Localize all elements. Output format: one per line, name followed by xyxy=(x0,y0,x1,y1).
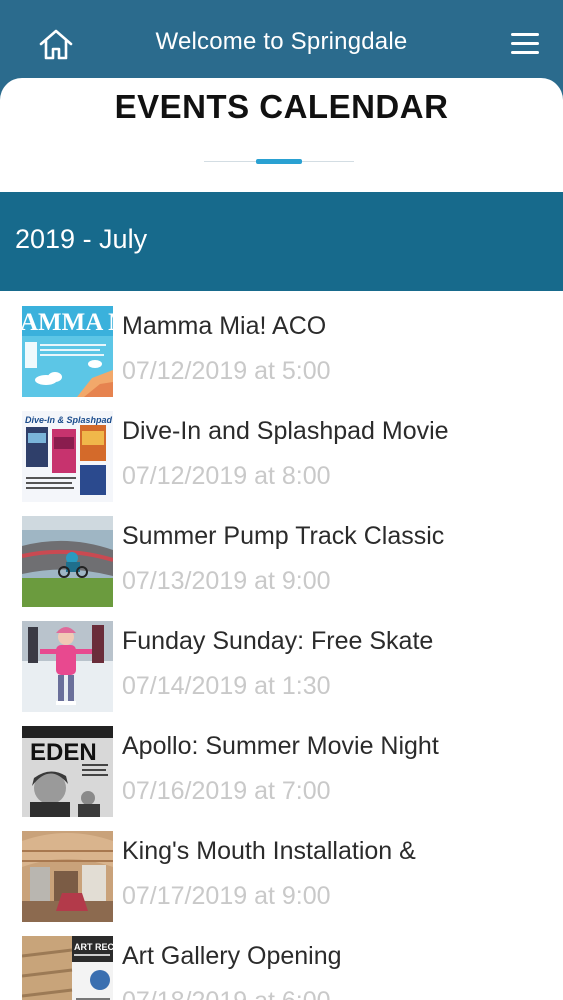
hamburger-menu-icon xyxy=(511,33,539,54)
event-thumbnail: AMMA MI xyxy=(22,306,113,397)
event-date: 07/13/2019 at 9:00 xyxy=(122,567,331,595)
month-banner: 2019 - July xyxy=(0,192,563,291)
event-title: Funday Sunday: Free Skate xyxy=(122,627,434,655)
event-item[interactable]: Summer Pump Track Classic 07/13/2019 at … xyxy=(0,501,563,607)
event-thumbnail: ART REC xyxy=(22,936,113,1000)
app-title: Welcome to Springdale xyxy=(155,28,408,55)
title-divider-accent xyxy=(256,159,302,164)
event-thumbnail-text: Dive-In & Splashpad xyxy=(25,415,113,425)
event-thumbnail xyxy=(22,516,113,607)
event-title: Mamma Mia! ACO xyxy=(122,312,327,340)
event-title: Apollo: Summer Movie Night xyxy=(122,732,439,760)
event-item[interactable]: King's Mouth Installation & 07/17/2019 a… xyxy=(0,816,563,922)
event-date: 07/12/2019 at 5:00 xyxy=(122,357,331,385)
event-title: Summer Pump Track Classic xyxy=(122,522,445,550)
event-thumbnail-text: ART REC xyxy=(74,942,113,952)
event-thumbnail xyxy=(22,831,113,922)
event-date: 07/16/2019 at 7:00 xyxy=(122,777,331,805)
event-item[interactable]: Funday Sunday: Free Skate 07/14/2019 at … xyxy=(0,606,563,712)
event-thumbnail: Dive-In & Splashpad xyxy=(22,411,113,502)
event-thumbnail-text: AMMA MI xyxy=(22,309,113,336)
event-thumbnail xyxy=(22,621,113,712)
event-date: 07/12/2019 at 8:00 xyxy=(122,462,331,490)
event-title: Dive-In and Splashpad Movie xyxy=(122,417,449,445)
event-item[interactable]: AMMA MI Mamma Mia! ACO 07/12/2019 at 5:0… xyxy=(0,291,563,397)
content-sheet: EVENTS CALENDAR 2019 - July AMMA MI xyxy=(0,78,563,1000)
event-item[interactable]: Dive-In & Splashpad Dive-In and Splashpa… xyxy=(0,396,563,502)
event-item[interactable]: EDEN Apollo: Summer Movie Night 07/16/20… xyxy=(0,711,563,817)
page-title: EVENTS CALENDAR xyxy=(114,88,449,125)
event-title: King's Mouth Installation & xyxy=(122,837,416,865)
event-thumbnail-text: EDEN xyxy=(30,739,97,766)
month-label: 2019 - July xyxy=(15,224,148,254)
event-item[interactable]: ART REC Art Gallery Opening 07/18/2019 a… xyxy=(0,921,563,1000)
event-date: 07/18/2019 at 6:00 xyxy=(122,987,331,1000)
event-thumbnail: EDEN xyxy=(22,726,113,817)
event-date: 07/14/2019 at 1:30 xyxy=(122,672,331,700)
event-title: Art Gallery Opening xyxy=(122,942,342,970)
menu-button[interactable] xyxy=(506,30,546,60)
event-date: 07/17/2019 at 9:00 xyxy=(122,882,331,910)
